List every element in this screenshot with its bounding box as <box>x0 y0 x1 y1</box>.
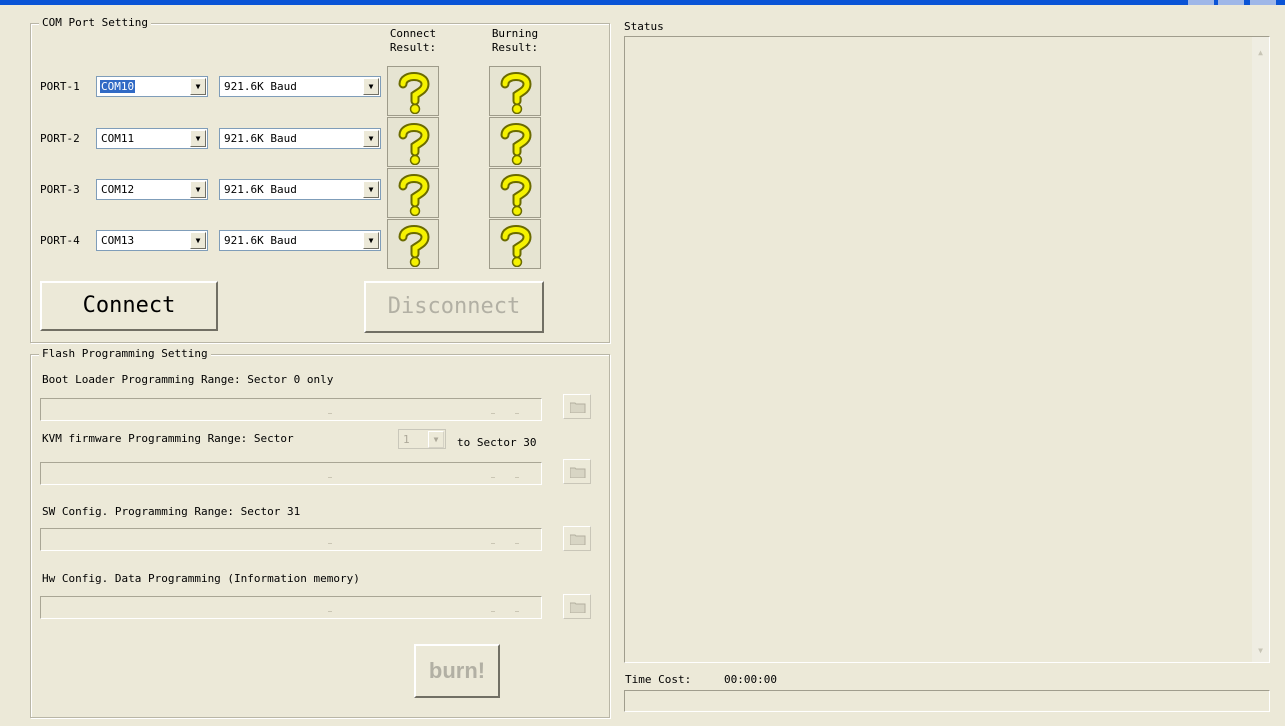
boot-loader-browse-button[interactable] <box>563 394 591 419</box>
burning-result-header: Burning Result: <box>491 27 539 54</box>
status-scrollbar[interactable]: ▲ ▼ <box>1252 37 1269 662</box>
port-4-baud-select[interactable]: 921.6K Baud ▼ <box>219 230 381 251</box>
port-3-com-select[interactable]: COM12 ▼ <box>96 179 208 200</box>
com-port-setting-title: COM Port Setting <box>39 16 151 30</box>
kvm-start-sector-select[interactable]: 1 ▼ <box>398 429 446 449</box>
question-mark-icon <box>398 174 430 216</box>
chevron-down-icon: ▼ <box>190 181 206 198</box>
question-mark-icon <box>398 72 430 114</box>
sw-config-path-field[interactable] <box>40 528 542 551</box>
disconnect-button[interactable]: Disconnect <box>364 281 544 333</box>
question-mark-icon <box>398 225 430 267</box>
port-3-connect-result <box>387 168 439 218</box>
port-4-burning-result <box>489 219 541 269</box>
port-2-baud-select[interactable]: 921.6K Baud ▼ <box>219 128 381 149</box>
chevron-down-icon: ▼ <box>363 181 379 198</box>
time-cost-label: Time Cost: <box>625 673 692 686</box>
burn-button[interactable]: burn! <box>414 644 500 698</box>
chevron-down-icon: ▼ <box>428 431 444 448</box>
hw-config-label: Hw Config. Data Programming (Information… <box>42 572 360 585</box>
kvm-firmware-path-field[interactable] <box>40 462 542 485</box>
port-4-label: PORT-4 <box>40 234 80 247</box>
question-mark-icon <box>500 174 532 216</box>
port-2-burning-result <box>489 117 541 167</box>
close-button[interactable] <box>1250 0 1276 5</box>
chevron-down-icon: ▼ <box>190 78 206 95</box>
folder-icon <box>570 534 586 545</box>
status-log-area[interactable]: ▲ ▼ <box>624 36 1270 663</box>
port-4-connect-result <box>387 219 439 269</box>
scroll-down-icon[interactable]: ▼ <box>1253 643 1268 658</box>
chevron-down-icon: ▼ <box>363 78 379 95</box>
kvm-to-sector-label: to Sector 30 <box>457 436 537 449</box>
port-3-label: PORT-3 <box>40 183 80 196</box>
status-title: Status <box>624 20 664 33</box>
port-2-label: PORT-2 <box>40 132 80 145</box>
chevron-down-icon: ▼ <box>190 130 206 147</box>
connect-result-header: Connect Result: <box>389 27 437 54</box>
port-1-connect-result <box>387 66 439 116</box>
port-1-baud-select[interactable]: 921.6K Baud ▼ <box>219 76 381 97</box>
question-mark-icon <box>398 123 430 165</box>
time-cost-value: 00:00:00 <box>724 673 777 686</box>
port-4-com-select[interactable]: COM13 ▼ <box>96 230 208 251</box>
maximize-button[interactable] <box>1218 0 1244 5</box>
port-3-baud-select[interactable]: 921.6K Baud ▼ <box>219 179 381 200</box>
port-1-burning-result <box>489 66 541 116</box>
hw-config-browse-button[interactable] <box>563 594 591 619</box>
port-1-label: PORT-1 <box>40 80 80 93</box>
folder-icon <box>570 402 586 413</box>
question-mark-icon <box>500 72 532 114</box>
connect-button[interactable]: Connect <box>40 281 218 331</box>
boot-loader-label: Boot Loader Programming Range: Sector 0 … <box>42 373 334 386</box>
window-title-bar-edge <box>0 0 1285 5</box>
port-2-connect-result <box>387 117 439 167</box>
port-3-burning-result <box>489 168 541 218</box>
port-1-com-select[interactable]: COM10 ▼ <box>96 76 208 97</box>
question-mark-icon <box>500 123 532 165</box>
chevron-down-icon: ▼ <box>363 130 379 147</box>
sw-config-label: SW Config. Programming Range: Sector 31 <box>42 505 301 518</box>
time-cost-progress-bar <box>624 690 1270 712</box>
scroll-up-icon[interactable]: ▲ <box>1253 45 1268 60</box>
folder-icon <box>570 467 586 478</box>
folder-icon <box>570 602 586 613</box>
question-mark-icon <box>500 225 532 267</box>
minimize-button[interactable] <box>1188 0 1214 5</box>
kvm-firmware-label: KVM firmware Programming Range: Sector <box>42 432 294 445</box>
sw-config-browse-button[interactable] <box>563 526 591 551</box>
chevron-down-icon: ▼ <box>190 232 206 249</box>
boot-loader-path-field[interactable] <box>40 398 542 421</box>
flash-programming-setting-title: Flash Programming Setting <box>39 347 211 361</box>
port-2-com-select[interactable]: COM11 ▼ <box>96 128 208 149</box>
chevron-down-icon: ▼ <box>363 232 379 249</box>
kvm-firmware-browse-button[interactable] <box>563 459 591 484</box>
hw-config-path-field[interactable] <box>40 596 542 619</box>
